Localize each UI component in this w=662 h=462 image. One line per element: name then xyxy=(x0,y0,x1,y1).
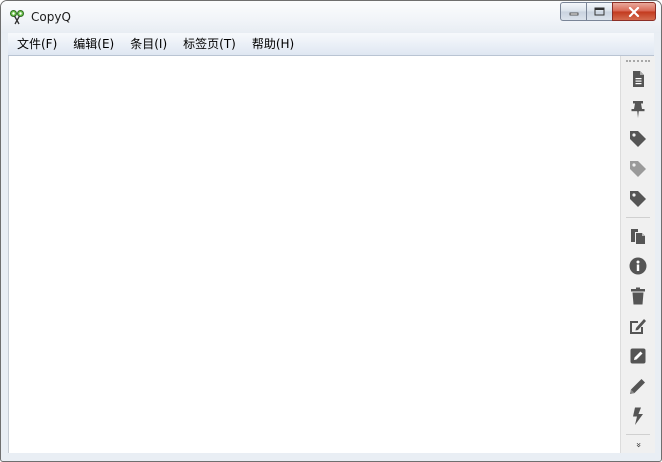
tag-button-1[interactable] xyxy=(625,126,651,152)
clipboard-item-list[interactable] xyxy=(8,56,621,453)
new-document-icon xyxy=(633,71,644,87)
caption-buttons xyxy=(560,2,656,22)
menu-help[interactable]: 帮助(H) xyxy=(244,33,302,55)
toolbar-separator xyxy=(626,217,650,218)
tag-button-2[interactable] xyxy=(625,156,651,182)
maximize-button[interactable] xyxy=(586,2,612,21)
tag-icon-alt xyxy=(630,191,646,207)
menu-bar: 文件(F) 编辑(E) 条目(I) 标签页(T) 帮助(H) xyxy=(8,33,654,56)
menu-tabs[interactable]: 标签页(T) xyxy=(175,33,244,55)
edit-note-button[interactable] xyxy=(625,343,651,369)
copyq-window: CopyQ 文件(F) 编辑(E) 条目(I) 标签页(T) 帮助(H) » xyxy=(0,0,662,462)
edit-external-icon xyxy=(630,319,646,334)
copyq-scissors-icon xyxy=(10,10,24,25)
chevron-double-down-icon: » xyxy=(632,442,643,448)
maximize-icon xyxy=(594,7,605,16)
close-button[interactable] xyxy=(612,2,656,21)
minimize-button[interactable] xyxy=(560,2,586,21)
copy-icon xyxy=(631,229,645,244)
action-button[interactable] xyxy=(625,403,651,429)
window-bottom-frame xyxy=(8,453,654,460)
info-button[interactable] xyxy=(625,253,651,279)
toolbar-grip[interactable] xyxy=(626,60,650,63)
title-bar[interactable]: CopyQ xyxy=(1,1,661,33)
pencil-icon xyxy=(630,379,645,394)
tag-button-3[interactable] xyxy=(625,186,651,212)
minimize-icon xyxy=(569,12,578,15)
tag-icon xyxy=(630,131,646,147)
window-title: CopyQ xyxy=(31,10,71,24)
edit-square-icon xyxy=(630,348,646,364)
menu-item[interactable]: 条目(I) xyxy=(122,33,175,55)
edit-button[interactable] xyxy=(625,373,651,399)
lightning-icon xyxy=(633,407,643,425)
info-icon xyxy=(629,257,647,275)
new-item-button[interactable] xyxy=(625,66,651,92)
edit-external-button[interactable] xyxy=(625,313,651,339)
menu-file[interactable]: 文件(F) xyxy=(8,33,65,55)
menu-edit[interactable]: 编辑(E) xyxy=(65,33,122,55)
tag-icon-light xyxy=(630,161,646,177)
delete-button[interactable] xyxy=(625,283,651,309)
close-icon xyxy=(628,6,640,17)
copy-button[interactable] xyxy=(625,223,651,249)
pin-icon xyxy=(631,101,645,118)
toolbar-more-button[interactable]: » xyxy=(629,439,647,451)
trash-icon xyxy=(631,287,645,305)
toolbar-separator xyxy=(626,434,650,435)
pin-button[interactable] xyxy=(625,96,651,122)
item-toolbar: » xyxy=(620,56,655,453)
